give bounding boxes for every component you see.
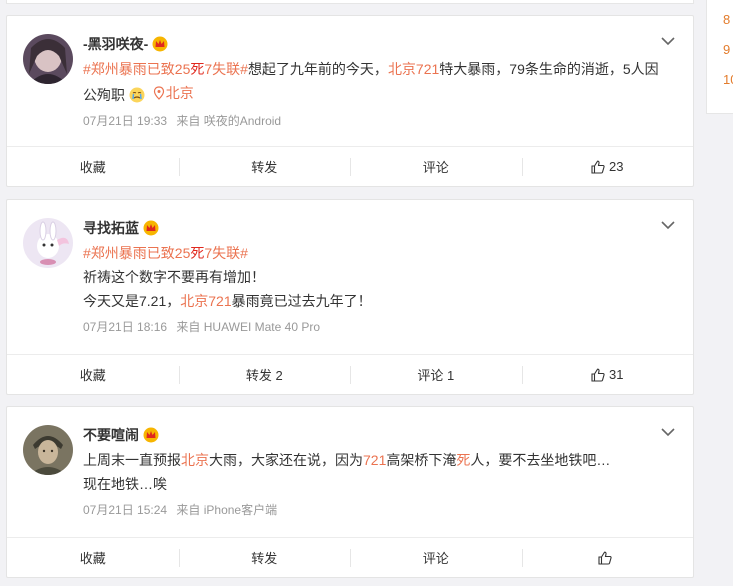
like-button[interactable]: 23 <box>521 147 694 186</box>
repost-button[interactable]: 转发 2 <box>178 355 351 394</box>
like-button[interactable]: 31 <box>521 355 694 394</box>
post-text: 上周末一直预报北京大雨，大家还在说，因为721高架桥下淹死人，要不去坐地铁吧… … <box>83 452 611 492</box>
rank-number[interactable]: 8 <box>723 12 730 27</box>
post-source[interactable]: 来自 咲夜的Android <box>176 114 281 128</box>
crown-badge-icon <box>143 220 159 236</box>
thumbs-up-icon <box>591 160 605 174</box>
crown-badge-icon <box>152 36 168 52</box>
post-time[interactable]: 07月21日 19:33 <box>83 114 167 128</box>
post-time[interactable]: 07月21日 18:16 <box>83 320 167 334</box>
post-time[interactable]: 07月21日 15:24 <box>83 503 167 517</box>
favorite-button[interactable]: 收藏 <box>7 538 179 577</box>
right-sidebar-panel: 8 9 10 <box>706 0 733 114</box>
post-meta: 07月21日 18:16 来自 HUAWEI Mate 40 Pro <box>83 318 673 338</box>
avatar[interactable] <box>23 425 73 475</box>
user-name[interactable]: 寻找拓蓝 <box>83 218 139 238</box>
comment-button[interactable]: 评论 <box>350 147 522 186</box>
repost-button[interactable]: 转发 <box>178 147 351 186</box>
chevron-down-icon[interactable] <box>661 36 675 46</box>
user-name[interactable]: 不要喧闹 <box>83 425 139 445</box>
previous-card-edge <box>6 0 694 4</box>
post-card: 寻找拓蓝 #郑州暴雨已致25死7失联# 祈祷这个数字不要再有增加！ 今天又是7.… <box>6 199 694 395</box>
rank-number[interactable]: 9 <box>723 42 730 57</box>
post-source[interactable]: 来自 HUAWEI Mate 40 Pro <box>176 320 320 334</box>
crown-badge-icon <box>143 427 159 443</box>
comment-button[interactable]: 评论 <box>350 538 522 577</box>
like-button[interactable] <box>521 538 694 577</box>
user-name[interactable]: -黑羽咲夜- <box>83 34 148 54</box>
post-meta: 07月21日 19:33 来自 咲夜的Android <box>83 112 673 132</box>
crying-emoji-icon <box>129 87 145 103</box>
favorite-button[interactable]: 收藏 <box>7 147 179 186</box>
post-card: 不要喧闹 上周末一直预报北京大雨，大家还在说，因为721高架桥下淹死人，要不去坐… <box>6 406 694 578</box>
post-source[interactable]: 来自 iPhone客户端 <box>176 503 277 517</box>
location-link[interactable]: 北京 <box>149 81 194 105</box>
highlight-keyword: 北京 <box>181 452 209 468</box>
highlight-keyword: 死 <box>456 452 471 468</box>
chevron-down-icon[interactable] <box>661 220 675 230</box>
post-text: #郑州暴雨已致25死7失联#想起了九年前的今天，北京721特大暴雨，79条生命的… <box>83 61 659 105</box>
highlight-keyword: 721 <box>363 452 387 468</box>
action-bar: 收藏 转发 2 评论 1 31 <box>7 354 693 394</box>
highlight-keyword: 北京721 <box>180 293 232 309</box>
action-bar: 收藏 转发 评论 <box>7 537 693 577</box>
avatar[interactable] <box>23 34 73 84</box>
favorite-button[interactable]: 收藏 <box>7 355 179 394</box>
highlight-keyword: 北京721 <box>387 61 440 77</box>
chevron-down-icon[interactable] <box>661 427 675 437</box>
thumbs-up-icon <box>591 368 605 382</box>
post-meta: 07月21日 15:24 来自 iPhone客户端 <box>83 501 673 521</box>
rank-number[interactable]: 10 <box>723 72 733 87</box>
comment-button[interactable]: 评论 1 <box>350 355 522 394</box>
hashtag-link[interactable]: #郑州暴雨已致25死7失联# <box>83 61 248 77</box>
location-pin-icon <box>153 86 164 100</box>
post-text: #郑州暴雨已致25死7失联# 祈祷这个数字不要再有增加！ 今天又是7.21，北京… <box>83 245 372 309</box>
avatar[interactable] <box>23 218 73 268</box>
action-bar: 收藏 转发 评论 23 <box>7 146 693 186</box>
hashtag-link[interactable]: #郑州暴雨已致25死7失联# <box>83 245 248 261</box>
thumbs-up-icon <box>598 551 612 565</box>
repost-button[interactable]: 转发 <box>178 538 351 577</box>
post-card: -黑羽咲夜- #郑州暴雨已致25死7失联#想起了九年前的今天，北京721特大暴雨… <box>6 15 694 187</box>
